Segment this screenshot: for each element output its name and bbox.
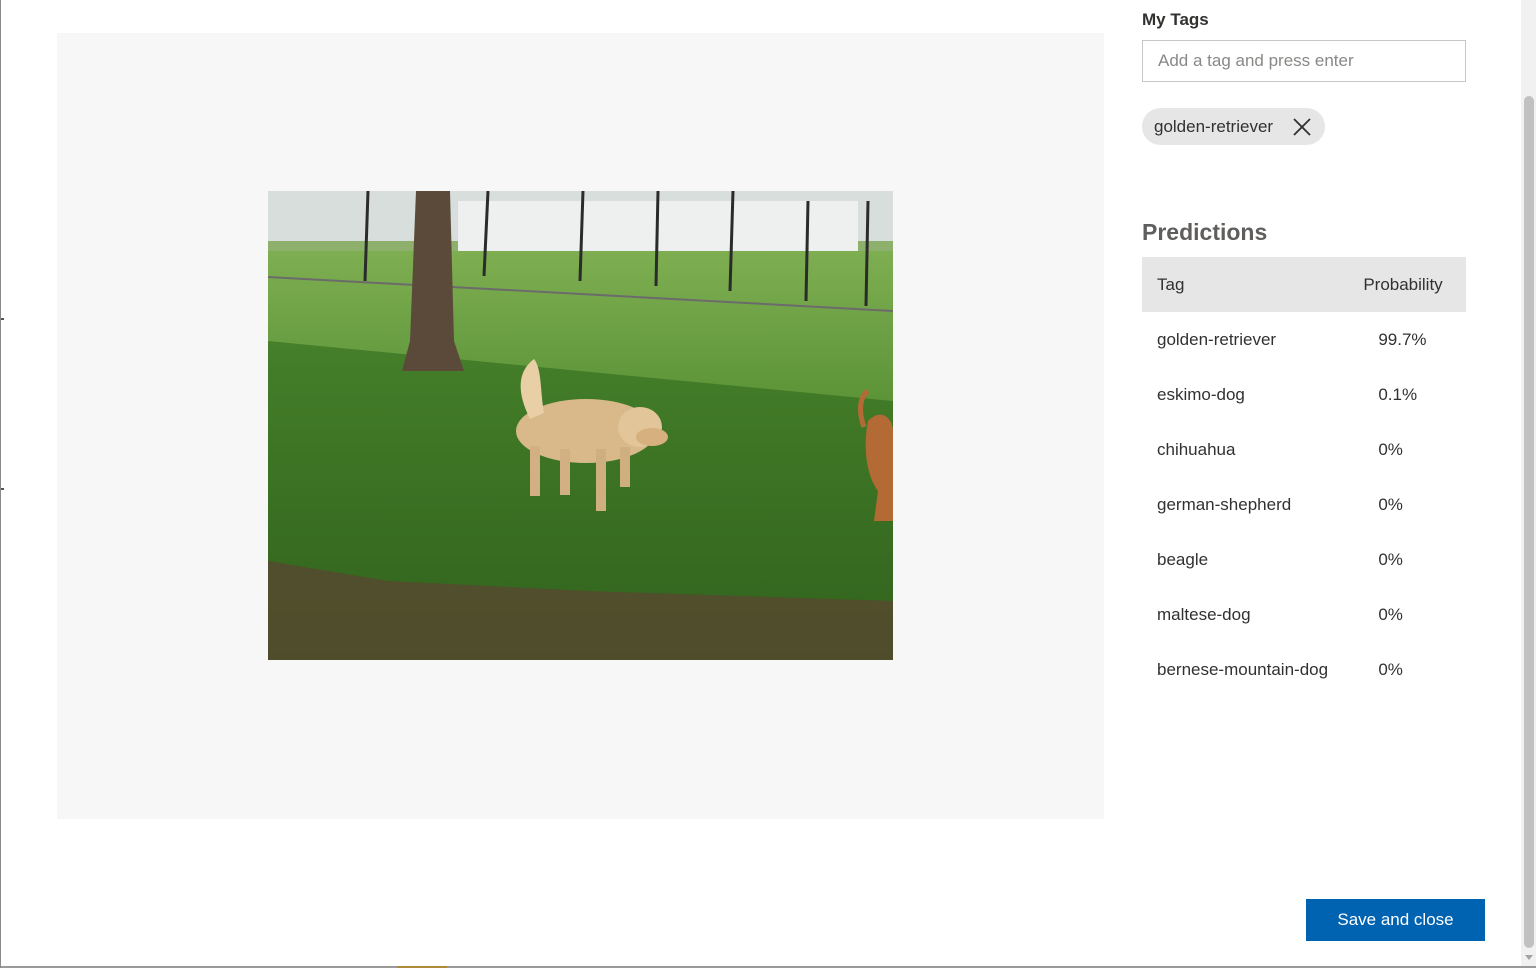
prediction-probability: 0% — [1378, 439, 1403, 459]
table-row: eskimo-dog 0.1% — [1142, 367, 1466, 422]
save-and-close-button[interactable]: Save and close — [1306, 899, 1485, 941]
prediction-tag: golden-retriever — [1157, 329, 1277, 349]
prediction-tag: maltese-dog — [1157, 604, 1251, 624]
image-details-dialog: My Tags golden-retriever Predictions Tag… — [0, 0, 1536, 968]
table-row: chihuahua 0% — [1142, 422, 1466, 477]
prediction-tag: bernese-mountain-dog — [1157, 659, 1329, 679]
edge-mark — [1, 318, 4, 320]
prediction-probability: 99.7% — [1378, 329, 1427, 349]
table-header-row: Tag Probability — [1142, 257, 1466, 312]
column-header-tag: Tag — [1142, 257, 1344, 312]
scroll-down-arrow-icon[interactable] — [1525, 955, 1533, 960]
prediction-probability: 0.1% — [1378, 384, 1418, 404]
prediction-tag: beagle — [1157, 549, 1209, 569]
my-tags-label: My Tags — [1142, 10, 1209, 29]
prediction-probability: 0% — [1378, 549, 1403, 569]
close-icon[interactable] — [1291, 116, 1313, 138]
table-row: german-shepherd 0% — [1142, 477, 1466, 532]
prediction-tag: chihuahua — [1157, 439, 1236, 459]
tag-chip-golden-retriever: golden-retriever — [1142, 108, 1326, 145]
prediction-probability: 0% — [1378, 659, 1403, 679]
table-row: beagle 0% — [1142, 532, 1466, 587]
edge-mark — [1, 488, 4, 490]
tag-chip-label: golden-retriever — [1154, 116, 1274, 136]
table-row: golden-retriever 99.7% — [1142, 312, 1466, 367]
dog-photo — [268, 191, 893, 660]
table-row: bernese-mountain-dog 0% — [1142, 642, 1466, 697]
vertical-scrollbar[interactable] — [1521, 0, 1536, 966]
prediction-tag: german-shepherd — [1157, 494, 1292, 514]
predictions-title: Predictions — [1142, 219, 1268, 245]
table-row: maltese-dog 0% — [1142, 587, 1466, 642]
predictions-table: Tag Probability golden-retriever 99.7% e… — [1142, 257, 1466, 697]
image-viewer — [57, 33, 1104, 819]
tag-input[interactable] — [1142, 40, 1466, 82]
prediction-probability: 0% — [1378, 494, 1403, 514]
prediction-tag: eskimo-dog — [1157, 384, 1245, 404]
scrollbar-thumb[interactable] — [1524, 96, 1534, 948]
prediction-probability: 0% — [1378, 604, 1403, 624]
column-header-probability: Probability — [1343, 257, 1466, 312]
